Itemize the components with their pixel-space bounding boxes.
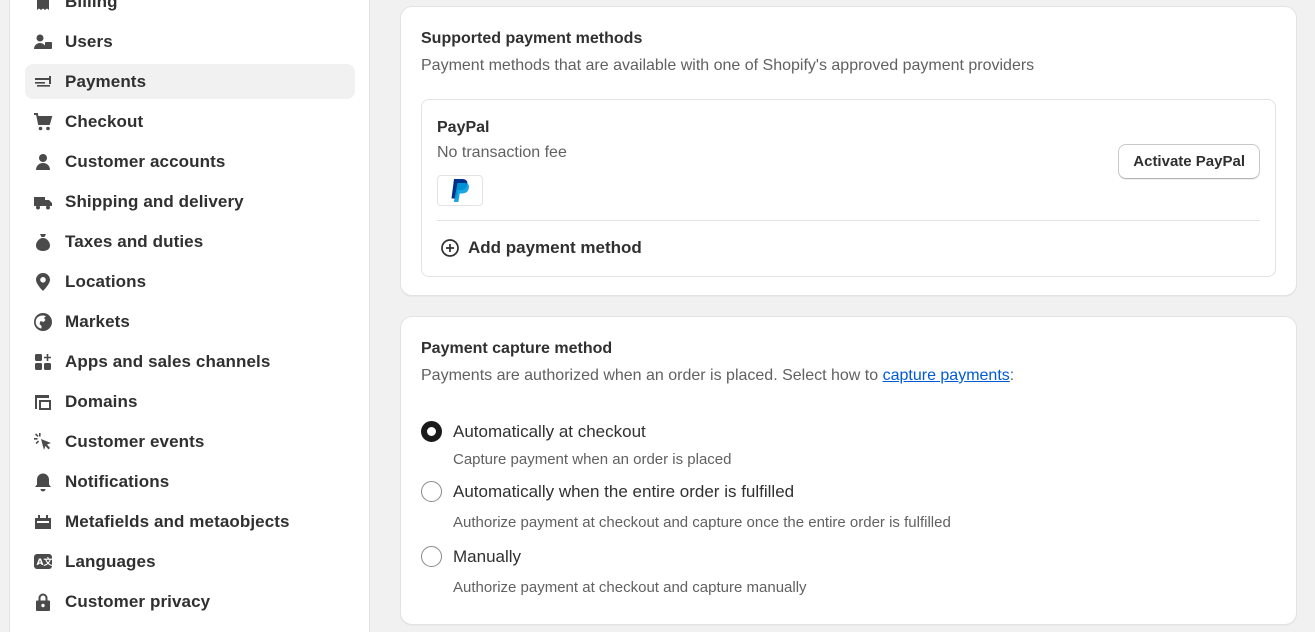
sidebar-item-taxes[interactable]: Taxes and duties <box>25 224 355 259</box>
card-title: Payment capture method <box>421 340 613 357</box>
provider-fee: No transaction fee <box>437 144 567 161</box>
plus-circle-icon <box>441 239 459 257</box>
sidebar-item-label: Payments <box>65 71 147 91</box>
sidebar-item-customer-events[interactable]: Customer events <box>25 424 355 459</box>
sidebar-item-users[interactable]: Users <box>25 24 355 59</box>
sidebar-item-checkout[interactable]: Checkout <box>25 104 355 139</box>
svg-text:A文: A文 <box>37 556 54 568</box>
sidebar-item-label: Billing <box>65 0 118 11</box>
card-title: Supported payment methods <box>421 30 643 47</box>
sidebar-item-customer-accounts[interactable]: Customer accounts <box>25 144 355 179</box>
sidebar-item-notifications[interactable]: Notifications <box>25 464 355 499</box>
sidebar-item-label: Shipping and delivery <box>65 191 244 211</box>
sidebar-item-label: Checkout <box>65 111 144 131</box>
add-payment-method-label: Add payment method <box>468 238 642 257</box>
sidebar-item-label: Locations <box>65 271 147 291</box>
sidebar-item-label: Languages <box>65 551 156 571</box>
sidebar-item-billing[interactable]: Billing <box>25 0 355 19</box>
payments-icon <box>33 72 53 92</box>
radio-label: Automatically when the entire order is f… <box>453 481 795 501</box>
sidebar-item-label: Domains <box>65 391 138 411</box>
tax-icon <box>33 232 53 252</box>
radio-help-text: Authorize payment at checkout and captur… <box>453 514 951 531</box>
person-icon <box>33 152 53 172</box>
sidebar-item-label: Customer accounts <box>65 151 226 171</box>
paypal-logo <box>437 175 483 206</box>
domains-icon <box>33 392 53 412</box>
add-payment-method-button[interactable]: Add payment method <box>440 238 642 258</box>
radio-button[interactable] <box>421 546 442 567</box>
users-icon <box>33 32 53 52</box>
card-subtitle: Payment methods that are available with … <box>421 57 1035 74</box>
radio-option-automatic-checkout[interactable]: Automatically at checkout <box>421 421 646 442</box>
activate-paypal-button[interactable]: Activate PayPal <box>1118 144 1260 179</box>
sidebar-item-shipping[interactable]: Shipping and delivery <box>25 184 355 219</box>
sidebar-item-label: Notifications <box>65 471 170 491</box>
sidebar-item-domains[interactable]: Domains <box>25 384 355 419</box>
sidebar-item-customer-privacy[interactable]: Customer privacy <box>25 584 355 619</box>
radio-button[interactable] <box>421 481 442 502</box>
sidebar-item-metafields[interactable]: Metafields and metaobjects <box>25 504 355 539</box>
sidebar-item-label: Metafields and metaobjects <box>65 511 290 531</box>
radio-option-automatic-fulfilled[interactable]: Automatically when the entire order is f… <box>421 481 794 502</box>
radio-button-checked[interactable] <box>421 421 442 442</box>
subtitle-suffix: : <box>1009 367 1015 384</box>
sidebar-item-label: Customer privacy <box>65 591 211 611</box>
sidebar-item-markets[interactable]: Markets <box>25 304 355 339</box>
payment-capture-method-card: Payment capture method Payments are auth… <box>400 316 1297 625</box>
truck-icon <box>33 192 53 212</box>
radio-label: Automatically at checkout <box>453 421 646 441</box>
bell-icon <box>33 472 53 492</box>
sidebar-item-payments[interactable]: Payments <box>25 64 355 99</box>
lock-icon <box>33 592 53 612</box>
capture-payments-link[interactable]: capture payments <box>883 367 1010 384</box>
subtitle-text: Payments are authorized when an order is… <box>421 367 883 384</box>
sidebar-item-label: Users <box>65 31 113 51</box>
sidebar-item-apps[interactable]: Apps and sales channels <box>25 344 355 379</box>
sidebar-item-languages[interactable]: A文 Languages <box>25 544 355 579</box>
apps-icon <box>33 352 53 372</box>
settings-sidebar: Billing Users Payments Checkout Customer… <box>9 0 370 632</box>
card-subtitle: Payments are authorized when an order is… <box>421 367 1014 385</box>
language-icon: A文 <box>33 552 53 572</box>
radio-label: Manually <box>453 546 522 566</box>
sidebar-item-locations[interactable]: Locations <box>25 264 355 299</box>
cart-icon <box>33 112 53 132</box>
metafields-icon <box>33 512 53 532</box>
payment-provider-panel: PayPal No transaction fee Activate PayPa… <box>421 99 1276 277</box>
sidebar-item-label: Customer events <box>65 431 205 451</box>
radio-option-manually[interactable]: Manually <box>421 546 521 567</box>
sidebar-item-label: Apps and sales channels <box>65 351 271 371</box>
divider <box>437 220 1260 221</box>
location-pin-icon <box>33 272 53 292</box>
globe-icon <box>33 312 53 332</box>
supported-payment-methods-card: Supported payment methods Payment method… <box>400 6 1297 296</box>
sidebar-item-label: Taxes and duties <box>65 231 204 251</box>
cursor-click-icon <box>33 432 53 452</box>
sidebar-item-label: Markets <box>65 311 130 331</box>
radio-help-text: Capture payment when an order is placed <box>453 451 732 468</box>
provider-name: PayPal <box>437 119 490 136</box>
radio-help-text: Authorize payment at checkout and captur… <box>453 579 807 596</box>
receipt-icon <box>33 0 53 12</box>
